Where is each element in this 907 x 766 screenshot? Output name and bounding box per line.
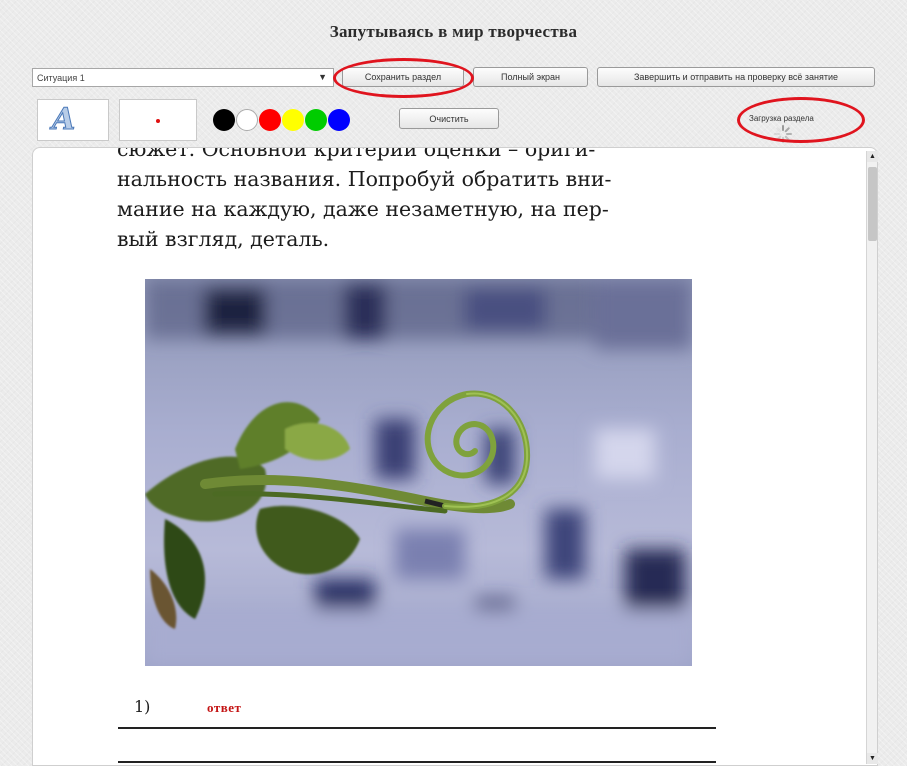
text-line: вый взгляд, деталь.	[117, 227, 330, 251]
brush-dot-icon	[156, 119, 160, 123]
save-section-button[interactable]: Сохранить раздел	[342, 67, 464, 87]
scroll-thumb[interactable]	[868, 167, 877, 241]
loading-label: Загрузка раздела	[749, 114, 814, 123]
color-swatch-red[interactable]	[259, 109, 281, 131]
color-swatch-yellow[interactable]	[282, 109, 304, 131]
scroll-down-icon[interactable]: ▼	[867, 753, 878, 764]
color-swatch-blue[interactable]	[328, 109, 350, 131]
page-title: Запутываясь в мир творчества	[329, 22, 578, 41]
content-panel: сюжет. Основной критерий оценки – ориги-…	[32, 147, 878, 766]
answer-label: ответ	[207, 700, 242, 715]
answer-number: 1)	[134, 697, 151, 716]
answer-line	[118, 761, 716, 763]
color-swatch-green[interactable]	[305, 109, 327, 131]
tendril-photo	[145, 279, 692, 666]
answer-line	[118, 727, 716, 729]
text-line: сюжет. Основной критерий оценки – ориги-	[117, 147, 596, 161]
situation-select[interactable]: Ситуация 1 ▼	[32, 68, 334, 87]
spinner-icon	[774, 125, 792, 143]
text-tool-button[interactable]: A	[37, 99, 109, 141]
text-line: мание на каждую, даже незаметную, на пер…	[117, 197, 609, 221]
finish-submit-button[interactable]: Завершить и отправить на проверку всё за…	[597, 67, 875, 87]
situation-select-value: Ситуация 1	[37, 72, 85, 83]
text-tool-icon: A	[51, 102, 76, 138]
full-screen-button[interactable]: Полный экран	[473, 67, 588, 87]
brush-size-button[interactable]	[119, 99, 197, 141]
text-line: нальность названия. Попробуй обратить вн…	[117, 167, 612, 191]
vertical-scrollbar[interactable]: ▲ ▼	[866, 151, 878, 764]
lesson-text: сюжет. Основной критерий оценки – ориги-…	[117, 148, 737, 254]
chevron-down-icon[interactable]: ▼	[318, 72, 327, 82]
color-swatch-black[interactable]	[213, 109, 235, 131]
color-swatch-white[interactable]	[236, 109, 258, 131]
scroll-up-icon[interactable]: ▲	[867, 151, 878, 162]
clear-button[interactable]: Очистить	[399, 108, 499, 129]
